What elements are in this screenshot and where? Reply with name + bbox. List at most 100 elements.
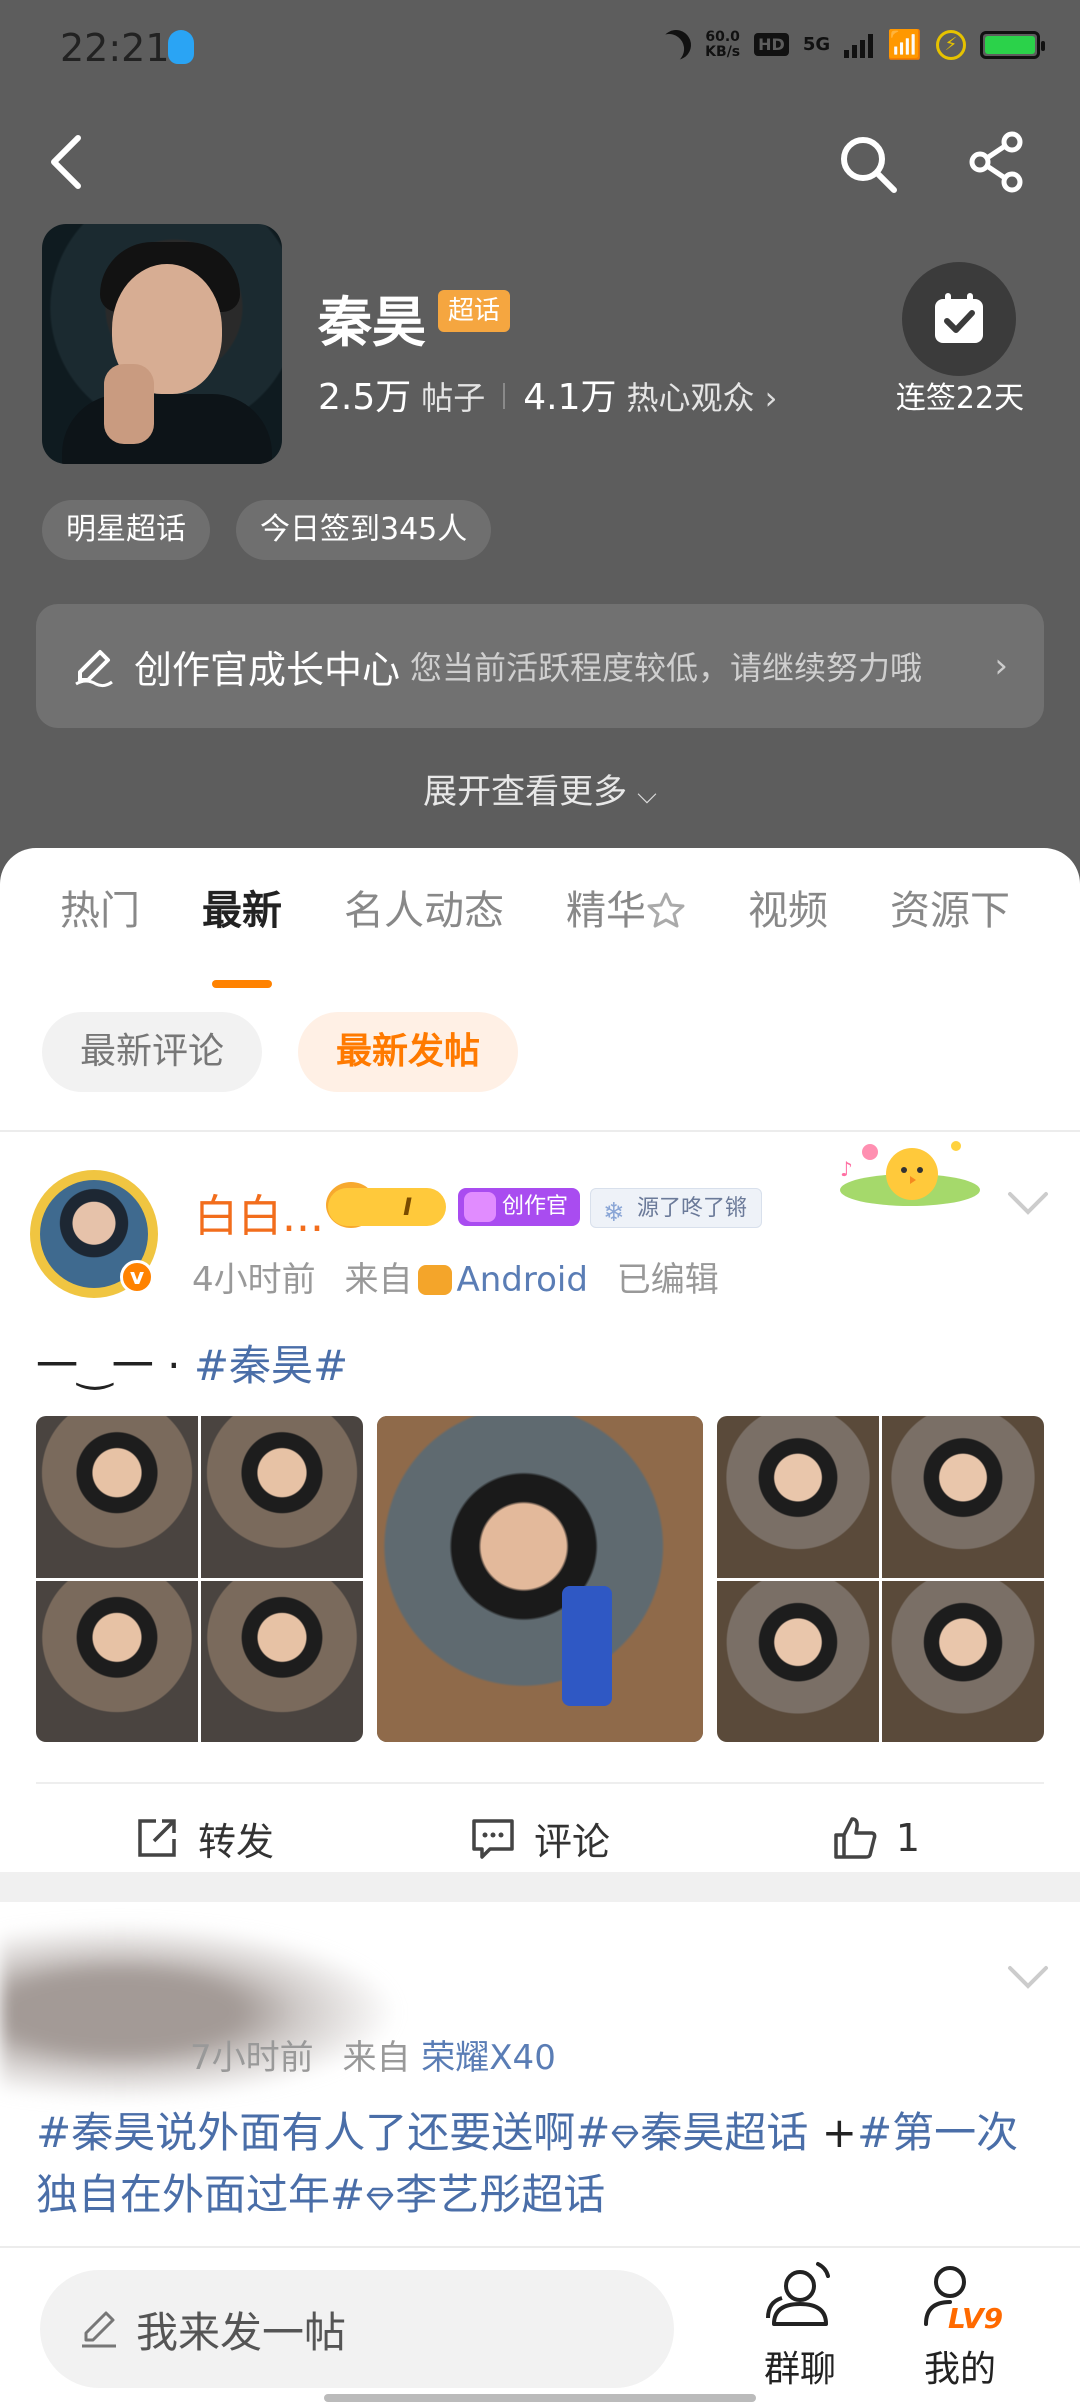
post-card[interactable]: 7小时前 来自 荣耀X40 #秦昊说外面有人了还要送啊# 秦昊超话 +#第一次独自… [0,1902,1080,2282]
signal-icon [844,32,874,58]
topic-stats[interactable]: 2.5万 帖子 4.1万 热心观众 › [318,368,777,420]
status-time: 22:21 [60,26,170,70]
chevron-right-icon: › [764,379,778,417]
my-profile-label: 我的 [923,2349,996,2390]
post-source[interactable]: 荣耀X40 [421,2038,556,2078]
chip-today-checkins[interactable]: 今日签到345人 [236,500,492,560]
group-chat-label: 群聊 [763,2349,836,2390]
user-name[interactable]: 白白... [194,1180,324,1244]
comment-label: 评论 [533,1819,610,1864]
tab-video[interactable]: 视频 [748,878,828,958]
pencil-icon [82,2311,116,2348]
compose-post-button[interactable]: 我来发一帖 [40,2270,674,2388]
hashtag-link[interactable]: #秦昊# [194,1341,348,1390]
creator-tag: 创作官 [458,1188,581,1226]
creator-center-title: 创作官成长中心 [134,647,401,692]
diamond-icon [612,2125,639,2149]
post-meta: 4小时前 来自 Android 已编辑 [192,1252,719,1301]
network-speed: 60.0 KB/s [705,28,741,60]
chevron-right-icon: › [994,646,1008,686]
creator-tag-label: 创作官 [502,1194,569,1219]
posts-label: 帖子 [421,379,486,417]
chip-star-topic[interactable]: 明星超话 [42,500,210,560]
wifi-icon: 📶 [887,28,922,61]
hd-badge: HD [754,33,789,56]
like-icon [834,1817,877,1859]
network-speed-unit: KB/s [705,43,741,60]
chevron-down-icon: ⌵ [637,780,657,810]
sort-latest-comment[interactable]: 最新评论 [42,1012,263,1092]
stats-divider [503,383,506,409]
snowflake-icon: ❄ [603,1198,625,1228]
network-type: 5G [802,34,831,55]
post-image[interactable] [717,1416,1045,1742]
bird-decoration-icon: ♪ [840,1141,980,1206]
repost-label: 转发 [197,1819,274,1864]
post-text: 一‿一 · #秦昊# [36,1332,348,1393]
tab-essence[interactable]: 精华 [566,878,686,958]
post-text-prefix: 一‿一 · [36,1341,194,1390]
creator-pen-icon [75,650,113,688]
back-icon[interactable] [40,132,100,192]
topic-header: 22:21 60.0 KB/s HD 5G 📶 ⚡ 秦昊 超话 2.5万 帖子 4… [0,0,1080,900]
post-images [36,1416,1045,1742]
post-time: 7小时前 [190,2038,314,2078]
checkin-streak: 连签22天 [895,381,1025,416]
chevron-down-icon[interactable] [1006,1188,1050,1218]
tab-hot[interactable]: 热门 [60,878,140,958]
post-time: 4小时前 [192,1260,316,1300]
super-topic-link[interactable]: 秦昊超话 [610,2108,808,2157]
search-icon[interactable] [836,132,900,196]
top-actions [0,120,1080,210]
user-avatar[interactable]: v [30,1170,158,1298]
sort-latest-post[interactable]: 最新发帖 [298,1012,519,1092]
fans-count: 4.1万 [523,377,617,418]
checkin-button[interactable] [902,262,1016,376]
verified-icon: v [120,1260,154,1294]
creator-center-desc: 您当前活跃程度较低，请继续努力哦 [410,649,923,687]
home-indicator[interactable] [324,2394,756,2402]
feed-card: 热门 最新 名人动态 精华 视频 资源下 最新评论 最新发帖 v 白白... I… [0,848,1080,2408]
topic-avatar[interactable] [42,224,282,464]
post-separator [0,1872,1080,1902]
chevron-down-icon[interactable] [1006,1962,1050,1992]
super-topic-label: 秦昊超话 [640,2108,809,2157]
post-source[interactable]: Android [456,1260,587,1300]
network-speed-value: 60.0 [705,28,740,45]
tab-resources[interactable]: 资源下 [890,878,1010,958]
battery-icon [980,30,1045,59]
super-topic-link[interactable]: 李艺彤超话 [365,2170,605,2219]
fan-group-tag: ❄ 源了咚了锵 [590,1188,763,1228]
creator-center-banner[interactable]: 创作官成长中心 您当前活跃程度较低，请继续努力哦 › [36,604,1044,728]
svg-text:♪: ♪ [840,1157,853,1181]
comment-icon [472,1819,514,1859]
charging-icon: ⚡ [936,29,966,60]
expand-label: 展开查看更多 [423,772,628,812]
bottom-bar: 我来发一帖 群聊 LV9 我的 [0,2246,1080,2408]
post-meta: 7小时前 来自 荣耀X40 [190,2030,556,2079]
tab-bar: 热门 最新 名人动态 精华 视频 资源下 [0,848,1080,988]
android-cat-icon [418,1265,453,1295]
group-chat-button[interactable]: 群聊 [740,2258,860,2392]
star-sticker-icon [647,892,685,928]
fans-label: 热心观众 [626,379,755,417]
share-icon[interactable] [966,130,1030,194]
post-image[interactable] [376,1416,704,1742]
sort-options: 最新评论 最新发帖 [42,1012,519,1092]
tab-celebrity[interactable]: 名人动态 [344,878,504,958]
my-profile-button[interactable]: LV9 我的 [900,2258,1020,2392]
hashtag-link[interactable]: #秦昊说外面有人了还要送啊# [36,2108,610,2157]
post-image[interactable] [36,1416,363,1742]
post-card[interactable]: v 白白... I 创作官 ❄ 源了咚了锵 ♪ 4小时前 来自 Android 已编… [0,1132,1080,1872]
plus-text: + [808,2108,857,2157]
compose-placeholder: 我来发一帖 [136,2307,347,2357]
level-badge: I [328,1188,446,1226]
post-from-label: 来自 [342,2038,411,2078]
repost-icon [138,1819,176,1857]
diamond-icon [366,2187,394,2211]
tab-essence-label: 精华 [566,888,646,934]
topic-title: 秦昊 [318,291,426,354]
expand-more-button[interactable]: 展开查看更多 ⌵ [0,764,1080,813]
tab-latest[interactable]: 最新 [202,878,282,988]
profile-icon: LV9 [924,2266,1003,2335]
